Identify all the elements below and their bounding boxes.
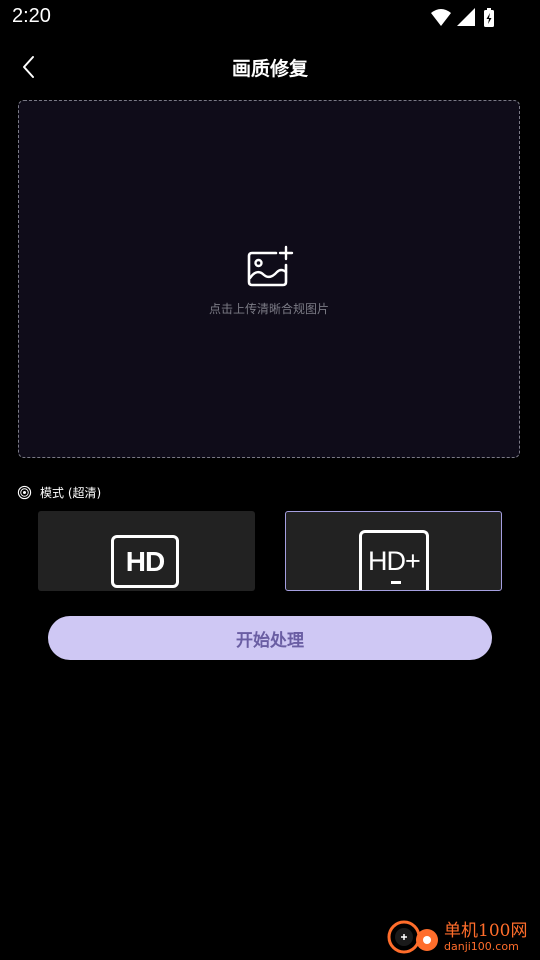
start-processing-button[interactable]: 开始处理 [48,616,492,660]
watermark-logo-icon [387,920,438,954]
upload-hint: 点击上传清晰合规图片 [208,302,329,316]
mode-label: 模式 (超清) [40,485,102,500]
hd-icon: HD [111,535,179,588]
status-icons [430,7,500,29]
mode-dial-icon [17,485,32,499]
mode-option-hd-plus[interactable]: HD+ [285,511,502,591]
watermark: 单机100网 danji100.com [384,914,534,958]
hd-plus-icon: HD+ [359,530,429,590]
watermark-url: danji100.com [444,940,519,953]
start-processing-label: 开始处理 [236,630,304,651]
wifi-icon [431,9,451,26]
hd-label: HD [125,545,165,577]
status-time: 2:20 [12,5,51,27]
hd-plus-label: HD+ [368,546,421,576]
page-title: 画质修复 [231,58,308,80]
mode-option-hd[interactable]: HD [38,511,255,591]
battery-charging-icon [484,8,494,27]
hd-plus-underline [391,581,401,584]
app-bar: 画质修复 [0,42,540,92]
watermark-name: 单机100网 [444,921,528,941]
cellular-signal-icon [457,8,475,26]
upload-area[interactable]: 点击上传清晰合规图片 [18,100,520,458]
add-image-icon [247,245,294,287]
screen: 2:20 画质修复 点击上传清晰合规图片 模式 (超清) HD HD+ 开始处理… [0,0,540,960]
mode-label-row: 模式 (超清) [17,483,101,501]
status-bar: 2:20 [0,0,540,38]
